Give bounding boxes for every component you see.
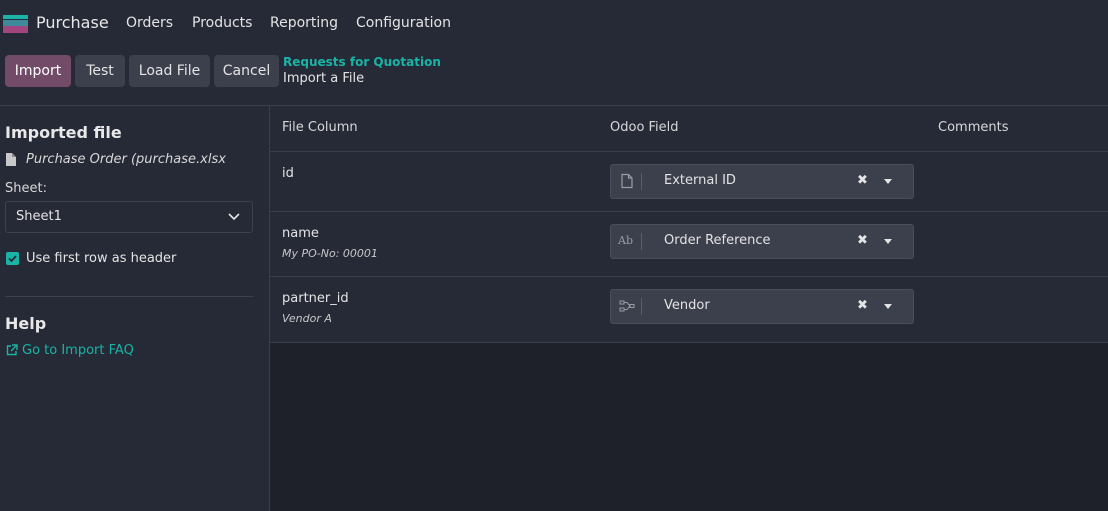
caret-down-icon[interactable] [884, 239, 892, 244]
menu-orders[interactable]: Orders [126, 15, 173, 31]
app-name[interactable]: Purchase [36, 13, 109, 32]
relation-icon [619, 300, 635, 312]
mapping-area: File Column Odoo Field Comments id Exter… [270, 106, 1108, 511]
header-comments: Comments [938, 120, 1009, 135]
import-sidebar: Imported file Purchase Order (purchase.x… [0, 106, 270, 511]
cancel-button[interactable]: Cancel [214, 55, 279, 87]
sheet-label: Sheet: [5, 181, 47, 196]
header-odoo-field: Odoo Field [610, 120, 679, 135]
breadcrumb-parent[interactable]: Requests for Quotation [283, 55, 441, 69]
header-file-column: File Column [282, 120, 358, 135]
clear-field-icon[interactable]: ✖ [857, 173, 868, 188]
file-icon [621, 173, 633, 189]
sheet-select[interactable]: Sheet1 [5, 201, 253, 233]
file-column-name: name [282, 226, 319, 241]
imported-file-title: Imported file [5, 123, 122, 142]
text-ab-icon: Ab [618, 234, 633, 247]
use-first-row-header-checkbox[interactable] [6, 252, 19, 265]
file-column-sample: My PO-No: 00001 [282, 247, 378, 260]
menu-reporting[interactable]: Reporting [270, 15, 338, 31]
table-row: id External ID ✖ [270, 152, 1108, 212]
imported-file-name: Purchase Order (purchase.xlsx [26, 152, 226, 167]
clear-field-icon[interactable]: ✖ [857, 233, 868, 248]
table-header: File Column Odoo Field Comments [270, 106, 1108, 152]
use-first-row-header-label[interactable]: Use first row as header [26, 251, 176, 266]
file-column-name: id [282, 166, 294, 181]
odoo-field-select[interactable]: Ab Order Reference ✖ [610, 224, 914, 259]
table-row: name My PO-No: 00001 Ab Order Reference … [270, 212, 1108, 277]
caret-down-icon[interactable] [884, 304, 892, 309]
menu-configuration[interactable]: Configuration [356, 15, 451, 31]
external-link-icon[interactable] [6, 344, 18, 356]
odoo-field-select[interactable]: Vendor ✖ [610, 289, 914, 324]
control-panel: Import Test Load File Cancel Requests fo… [0, 47, 1108, 106]
mapping-table: File Column Odoo Field Comments id Exter… [270, 106, 1108, 343]
odoo-field-value: External ID [664, 173, 736, 188]
clear-field-icon[interactable]: ✖ [857, 298, 868, 313]
odoo-field-value: Order Reference [664, 233, 771, 248]
top-navbar: Purchase Orders Products Reporting Confi… [0, 0, 1108, 47]
breadcrumb-current: Import a File [283, 71, 365, 86]
odoo-field-select[interactable]: External ID ✖ [610, 164, 914, 199]
file-column-sample: Vendor A [282, 312, 332, 325]
import-faq-link[interactable]: Go to Import FAQ [22, 343, 134, 358]
load-file-button[interactable]: Load File [129, 55, 210, 87]
table-row: partner_id Vendor A Vendor ✖ [270, 277, 1108, 343]
sheet-select-value: Sheet1 [16, 209, 62, 224]
chevron-down-icon [228, 213, 240, 221]
menu-products[interactable]: Products [192, 15, 252, 31]
test-button[interactable]: Test [75, 55, 125, 87]
odoo-field-value: Vendor [664, 298, 710, 313]
caret-down-icon[interactable] [884, 179, 892, 184]
sidebar-divider [5, 296, 253, 297]
file-icon [6, 153, 16, 166]
help-title: Help [5, 314, 47, 333]
purchase-app-icon[interactable] [3, 15, 28, 33]
check-icon [8, 255, 17, 263]
import-button[interactable]: Import [5, 55, 71, 87]
file-column-name: partner_id [282, 291, 349, 306]
